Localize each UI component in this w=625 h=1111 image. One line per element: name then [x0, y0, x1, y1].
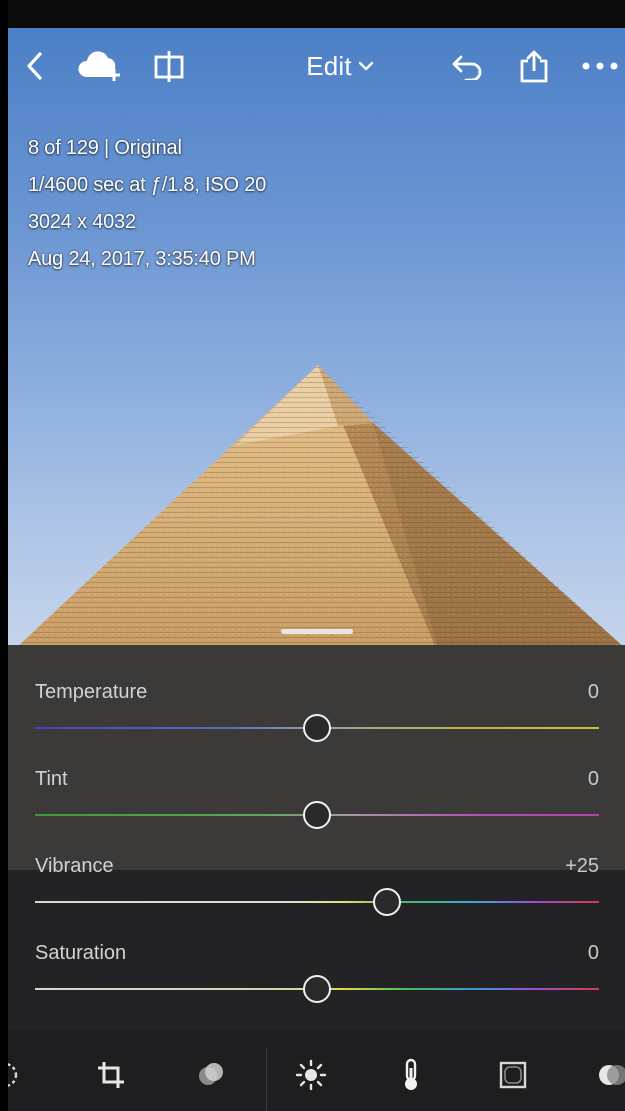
photo-info-overlay: 8 of 129 | Original 1/4600 sec at ƒ/1.8,… [28, 130, 266, 278]
photo-canvas[interactable] [8, 28, 625, 665]
edit-toolbar [8, 1030, 625, 1111]
back-button[interactable] [22, 48, 48, 84]
tint-value: 0 [587, 768, 599, 790]
cloud-add-button[interactable] [78, 48, 124, 84]
top-navigation-bar: Edit [8, 28, 625, 104]
back-icon [27, 52, 42, 80]
panel-drag-handle[interactable] [281, 629, 353, 634]
vibrance-value: +25 [565, 855, 599, 877]
status-bar [8, 0, 625, 28]
pyramid-photo [8, 365, 625, 665]
vibrance-label: Vibrance [35, 855, 114, 877]
effects-icon [499, 1061, 527, 1089]
chevron-down-icon [358, 61, 373, 71]
vibrance-slider-row: Vibrance +25 [8, 819, 625, 916]
saturation-slider-row: Saturation 0 [8, 906, 625, 1003]
saturation-value: 0 [587, 942, 599, 964]
undo-icon [452, 55, 482, 80]
temperature-slider-row: Temperature 0 [8, 645, 625, 742]
edit-mode-label: Edit [306, 50, 352, 81]
light-icon [295, 1059, 327, 1091]
toolbar-divider [266, 1048, 267, 1111]
photo-count-text: 8 of 129 | Original [28, 137, 182, 159]
more-icon [582, 62, 618, 70]
presets-icon [199, 1063, 223, 1085]
crop-tool-button[interactable] [94, 1058, 128, 1092]
share-icon [520, 50, 548, 83]
selective-icon [8, 1063, 18, 1087]
tint-label: Tint [35, 768, 68, 790]
optics-icon [599, 1065, 625, 1085]
more-options-button[interactable] [580, 48, 622, 84]
capture-date-text: Aug 24, 2017, 3:35:40 PM [28, 248, 256, 270]
temperature-label: Temperature [35, 681, 148, 703]
cloud-add-icon [78, 51, 120, 81]
crop-icon [98, 1062, 124, 1088]
thermometer-icon [405, 1058, 417, 1090]
temperature-value: 0 [587, 681, 599, 703]
app-frame: Edit 8 of 129 | Original 1/4600 sec at ƒ… [8, 0, 625, 1111]
dimensions-text: 3024 x 4032 [28, 211, 136, 233]
presets-tool-button[interactable] [194, 1058, 228, 1092]
exposure-text: 1/4600 sec at ƒ/1.8, ISO 20 [28, 174, 267, 196]
compare-icon [154, 51, 184, 82]
edit-mode-dropdown[interactable]: Edit [280, 48, 400, 84]
effects-tool-button[interactable] [496, 1058, 530, 1092]
vibrance-track[interactable] [35, 901, 599, 903]
color-tool-button[interactable] [394, 1058, 428, 1092]
tint-slider-row: Tint 0 [8, 732, 625, 829]
optics-tool-button[interactable] [596, 1058, 625, 1092]
light-tool-button[interactable] [294, 1058, 328, 1092]
saturation-label: Saturation [35, 942, 127, 964]
share-button[interactable] [516, 48, 552, 84]
undo-button[interactable] [448, 48, 488, 84]
saturation-knob[interactable] [302, 975, 331, 1003]
compare-button[interactable] [151, 48, 187, 84]
selective-tool-button[interactable] [8, 1058, 22, 1092]
